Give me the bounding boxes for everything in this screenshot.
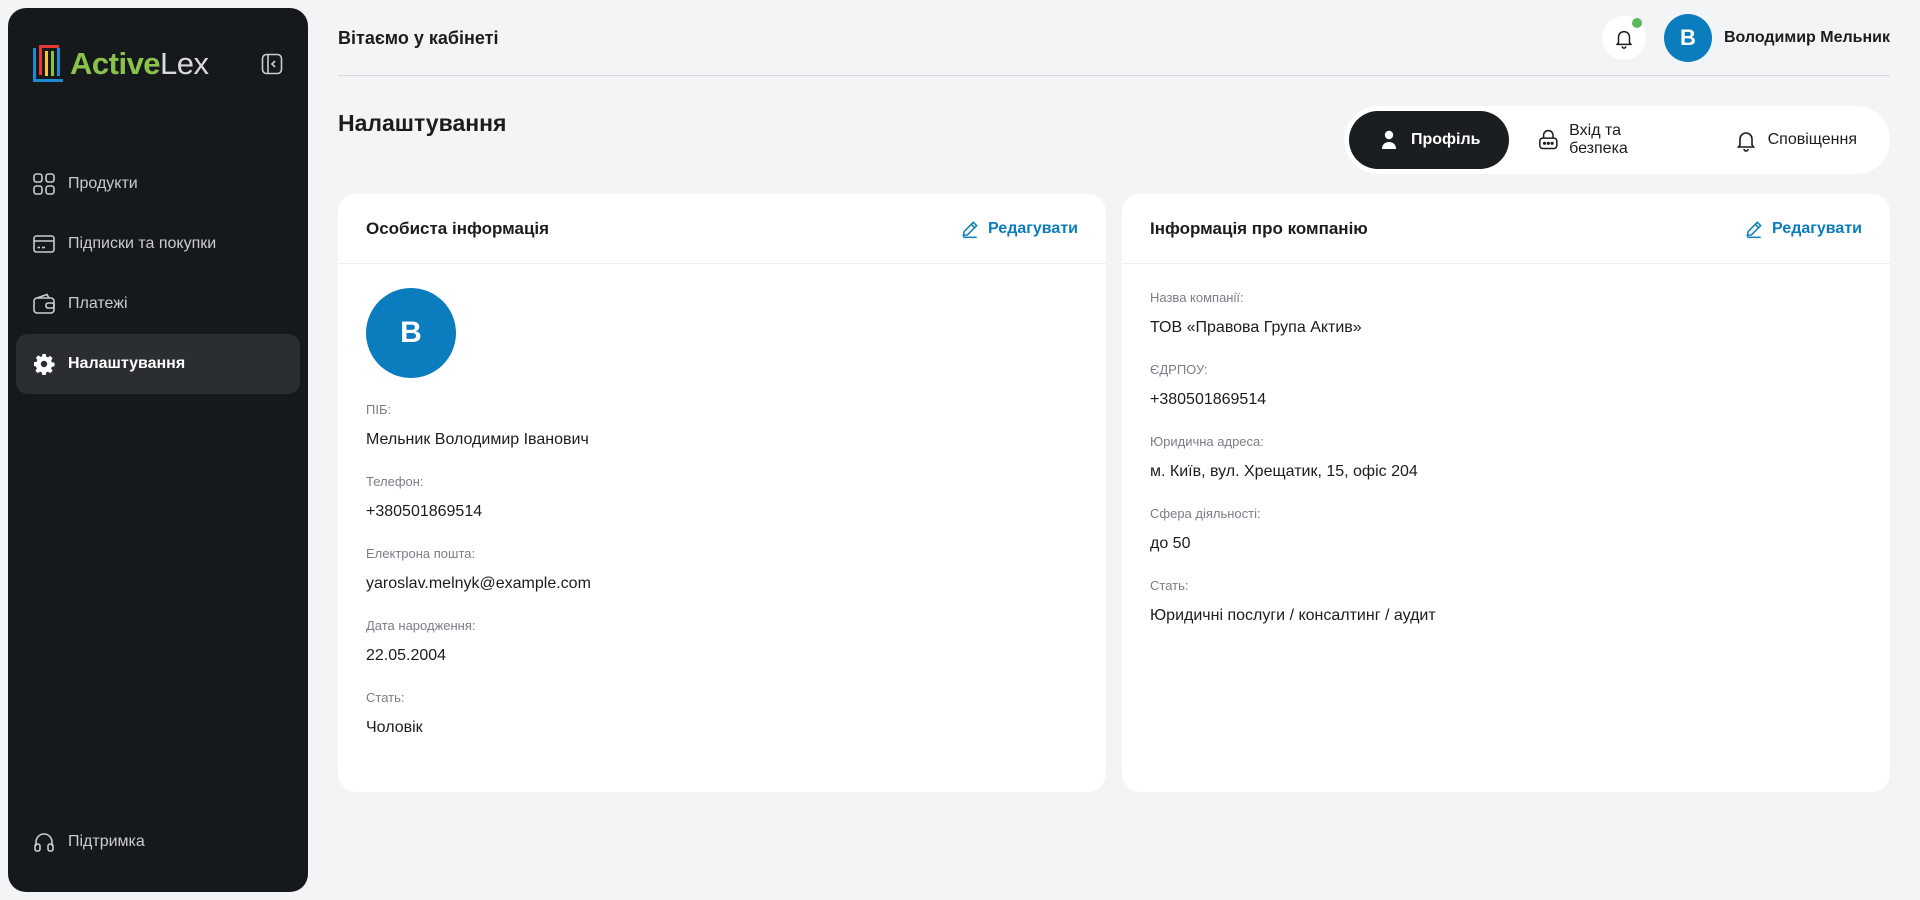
field-value: yaroslav.melnyk@example.com (366, 575, 591, 592)
tab-label: Сповіщення (1767, 131, 1857, 148)
avatar: В (366, 288, 456, 378)
field-value: Мельник Володимир Іванович (366, 431, 589, 448)
sidebar-item-payments[interactable]: Платежі (16, 274, 300, 334)
sidebar-item-products[interactable]: Продукти (16, 154, 300, 214)
card-title: Особиста інформація (366, 218, 550, 238)
field-gender: Стать: Чоловік (366, 690, 1078, 737)
card-title: Інформація про компанію (1150, 218, 1368, 238)
top-header: Вітаємо у кабінеті В Володимир Мельник (338, 0, 1890, 76)
logo-text-active: Active (70, 46, 161, 81)
card-body: В ПІБ: Мельник Володимир Іванович Телефо… (338, 264, 1106, 737)
logo-icon (33, 45, 63, 82)
support-label: Підтримка (68, 833, 145, 850)
tab-label: Вхід та безпека (1569, 122, 1628, 157)
bell-icon (1736, 132, 1755, 152)
card-body: Назва компанії: ТОВ «Правова Група Актив… (1122, 264, 1890, 625)
sidebar: ActiveLex Продукти Підписки та покупки П… (8, 8, 308, 892)
tab-label: Профіль (1411, 131, 1481, 148)
sidebar-item-subscriptions[interactable]: Підписки та покупки (16, 214, 300, 274)
field-label: Стать: (366, 690, 405, 705)
field-value: ТОВ «Правова Група Актив» (1150, 319, 1362, 336)
notification-dot (1631, 18, 1642, 28)
sidebar-item-label: Платежі (68, 295, 128, 312)
logo-text: ActiveLex (70, 46, 209, 82)
sidebar-item-label: Підписки та покупки (68, 235, 217, 252)
field-label: Телефон: (366, 474, 424, 489)
field-value: +380501869514 (1150, 391, 1267, 408)
edit-label: Редагувати (1772, 219, 1862, 237)
field-birth-date: Дата народження: 22.05.2004 (366, 618, 1078, 665)
field-activity-sphere: Сфера діяльності: до 50 (1150, 506, 1862, 553)
field-value: до 50 (1150, 535, 1191, 552)
field-phone: Телефон: +380501869514 (366, 474, 1078, 521)
field-value: 22.05.2004 (366, 647, 447, 664)
field-label: ЄДРПОУ: (1150, 362, 1208, 377)
logo-row: ActiveLex (32, 40, 284, 88)
sidebar-item-settings[interactable]: Налаштування (16, 334, 300, 394)
logo[interactable]: ActiveLex (32, 44, 209, 84)
field-value: Юридичні послуги / консалтинг / аудит (1150, 607, 1436, 624)
page-title: Налаштування (338, 110, 507, 136)
card-header: Інформація про компанію Редагувати (1122, 194, 1890, 264)
sidebar-nav: Продукти Підписки та покупки Платежі Нал… (16, 154, 300, 394)
grid-icon (33, 173, 55, 195)
company-info-card: Інформація про компанію Редагувати Назва… (1122, 194, 1890, 792)
header-actions: В Володимир Мельник (1601, 14, 1890, 62)
field-full-name: ПІБ: Мельник Володимир Іванович (366, 402, 1078, 449)
avatar: В (1663, 14, 1712, 62)
field-value: +380501869514 (366, 503, 483, 520)
edit-company-button[interactable]: Редагувати (1744, 219, 1862, 239)
sidebar-item-label: Налаштування (68, 355, 186, 372)
wallet-icon (33, 293, 55, 314)
collapse-sidebar-icon[interactable] (260, 52, 284, 76)
field-industry: Стать: Юридичні послуги / консалтинг / а… (1150, 578, 1862, 625)
field-label: ПІБ: (366, 402, 392, 417)
field-label: Юридична адреса: (1150, 434, 1264, 449)
field-legal-address: Юридична адреса: м. Київ, вул. Хрещатик,… (1150, 434, 1862, 481)
user-name: Володимир Мельник (1723, 29, 1890, 46)
field-value: Чоловік (366, 719, 423, 736)
card-header: Особиста інформація Редагувати (338, 194, 1106, 264)
tab-profile[interactable]: Профіль (1349, 111, 1509, 169)
field-label: Дата народження: (366, 618, 476, 633)
field-label: Стать: (1150, 578, 1189, 593)
field-label: Сфера діяльності: (1150, 506, 1261, 521)
edit-personal-button[interactable]: Редагувати (960, 219, 1078, 239)
field-company-name: Назва компанії: ТОВ «Правова Група Актив… (1150, 290, 1862, 337)
personal-info-card: Особиста інформація Редагувати В ПІБ: Ме… (338, 194, 1106, 792)
user-icon (1382, 130, 1396, 149)
field-label: Електрона пошта: (366, 546, 476, 561)
pencil-icon (1746, 220, 1762, 238)
edit-label: Редагувати (988, 219, 1078, 237)
sidebar-item-label: Продукти (68, 175, 138, 192)
pencil-icon (962, 220, 978, 238)
bell-icon (1615, 30, 1633, 49)
settings-tabs: Профіль Вхід та безпека Сповіщення (1344, 106, 1890, 174)
field-edrpou: ЄДРПОУ: +380501869514 (1150, 362, 1862, 409)
headset-icon (34, 833, 54, 852)
sidebar-item-support[interactable]: Підтримка (16, 812, 300, 872)
logo-text-lex: Lex (160, 46, 209, 81)
field-value: м. Київ, вул. Хрещатик, 15, офіс 204 (1150, 463, 1418, 480)
field-email: Електрона пошта: yaroslav.melnyk@example… (366, 546, 1078, 593)
gear-icon (34, 354, 55, 375)
tab-security[interactable]: Вхід та безпека (1509, 111, 1706, 169)
field-label: Назва компанії: (1150, 290, 1244, 305)
notifications-button[interactable] (1601, 16, 1646, 60)
card-icon (33, 235, 55, 253)
user-menu[interactable]: В Володимир Мельник (1663, 14, 1890, 62)
tab-notifications[interactable]: Сповіщення (1706, 111, 1885, 169)
welcome-text: Вітаємо у кабінеті (338, 28, 499, 48)
lock-icon (1538, 129, 1558, 150)
